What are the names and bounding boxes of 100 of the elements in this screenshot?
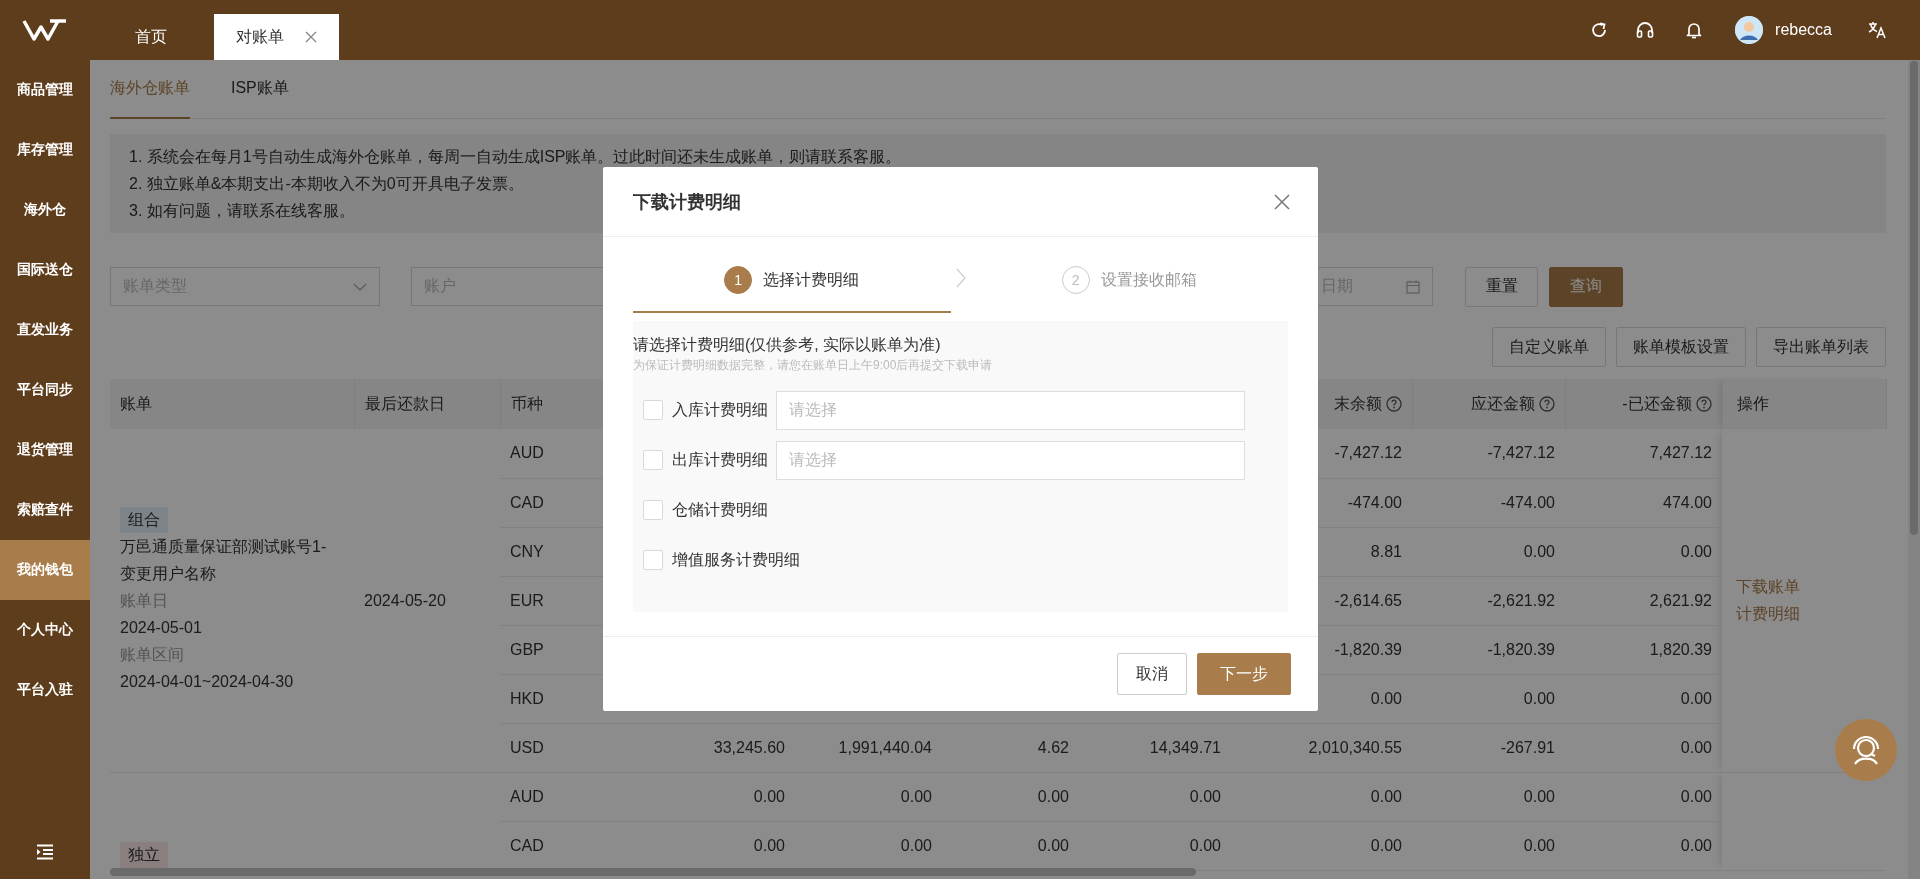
- table-cell: 0.00: [900, 787, 932, 805]
- table-cell: 0.00: [1680, 836, 1712, 854]
- table-cell: 7,427.12: [1649, 444, 1712, 462]
- step[interactable]: 1 选择计费明细: [633, 237, 951, 313]
- table-cell: 0.00: [1037, 787, 1069, 805]
- table-cell: 474.00: [1663, 493, 1712, 511]
- table-cell: 0.00: [1189, 787, 1221, 805]
- sidebar-item[interactable]: 个人中心: [0, 600, 90, 660]
- table-cell: 4.62: [1037, 738, 1069, 756]
- table-cell: 0.00: [753, 787, 785, 805]
- table-cell: 2024-05-20: [364, 591, 446, 609]
- select-field[interactable]: 请选择: [776, 390, 1245, 430]
- help-icon[interactable]: [1695, 396, 1712, 412]
- tab[interactable]: ISP账单: [231, 60, 289, 119]
- close-icon[interactable]: [1274, 193, 1290, 210]
- checkbox-label: 出库计费明细: [672, 449, 768, 470]
- table-cell: 0.00: [753, 836, 785, 854]
- step-number: 1: [724, 266, 753, 294]
- table-cell: 0.00: [1037, 836, 1069, 854]
- checkbox[interactable]: [643, 450, 663, 470]
- horizontal-scrollbar[interactable]: [110, 868, 1196, 876]
- sidebar-item[interactable]: 海外仓: [0, 180, 90, 240]
- table-cell: -474.00: [1347, 493, 1402, 511]
- table-cell: -7,427.12: [1487, 444, 1555, 462]
- notice-text: 2. 独立账单&本期支出-本期收入不为0可开具电子发票。: [129, 174, 524, 194]
- checkbox-label: 仓储计费明细: [672, 499, 768, 520]
- table-cell: CAD: [510, 493, 544, 511]
- table-cell: AUD: [510, 444, 544, 462]
- sidebar-item[interactable]: 平台入驻: [0, 660, 90, 720]
- table-cell: -474.00: [1500, 493, 1555, 511]
- table-cell: -2,621.92: [1487, 591, 1555, 609]
- avatar[interactable]: [1735, 16, 1764, 44]
- field-label: 账单日: [120, 590, 169, 611]
- table-cell: 0.00: [1523, 787, 1555, 805]
- table-cell: 0.00: [1370, 787, 1402, 805]
- table-cell: 1,991,440.04: [838, 738, 932, 756]
- table-cell: -2,614.65: [1334, 591, 1402, 609]
- tab[interactable]: 对账单: [214, 14, 339, 60]
- account-name: 万邑通质量保证部测试账号1-变更用户名称: [120, 536, 328, 584]
- checkbox[interactable]: [643, 400, 663, 420]
- table-cell: -1,820.39: [1334, 640, 1402, 658]
- action-button[interactable]: 导出账单列表: [1756, 327, 1886, 367]
- help-icon[interactable]: [1385, 396, 1402, 412]
- table-cell: 33,245.60: [713, 738, 785, 756]
- table-cell: 2,010,340.55: [1308, 738, 1402, 756]
- table-cell: 0.00: [1680, 542, 1712, 560]
- close-icon[interactable]: [305, 31, 317, 43]
- table-cell: EUR: [510, 591, 544, 609]
- sidebar-item[interactable]: 平台同步: [0, 360, 90, 420]
- bill-date: 2024-05-01: [120, 617, 203, 638]
- column-header: 币种: [510, 394, 543, 412]
- translate-icon[interactable]: [1867, 20, 1887, 40]
- table-cell: -1,820.39: [1487, 640, 1555, 658]
- reset-button[interactable]: 重置: [1465, 266, 1538, 307]
- column-header: 操作: [1736, 394, 1769, 412]
- table-cell: 0.00: [1523, 542, 1555, 560]
- table-cell: 0.00: [1370, 836, 1402, 854]
- column-header: 末余额: [1333, 394, 1382, 412]
- checkbox[interactable]: [643, 550, 663, 570]
- action-button[interactable]: 自定义账单: [1492, 327, 1606, 367]
- table-cell: 8.81: [1370, 542, 1402, 560]
- select-field[interactable]: 请选择: [776, 440, 1245, 480]
- menu-fold-icon[interactable]: [36, 844, 54, 860]
- sidebar-item[interactable]: 索赔查件: [0, 480, 90, 540]
- chevron-right-icon: [955, 268, 966, 288]
- checkbox-label: 入库计费明细: [672, 399, 768, 420]
- table-cell: 0.00: [1523, 836, 1555, 854]
- table-cell: 0.00: [1680, 738, 1712, 756]
- action-button[interactable]: 账单模板设置: [1616, 327, 1746, 367]
- column-header: 最后还款日: [364, 394, 445, 412]
- table-cell: USD: [510, 738, 544, 756]
- field-label: 账单区间: [120, 644, 185, 665]
- notice-text: 3. 如有问题，请联系在线客服。: [129, 201, 355, 221]
- help-icon[interactable]: [1538, 396, 1555, 412]
- headset-icon[interactable]: [1635, 20, 1656, 40]
- sidebar-item[interactable]: 国际送仓: [0, 240, 90, 300]
- tab[interactable]: 首页: [113, 14, 189, 60]
- sidebar-item[interactable]: 库存管理: [0, 120, 90, 180]
- bill-type-tag: 组合: [120, 506, 168, 533]
- next-button[interactable]: 下一步: [1197, 653, 1291, 695]
- vertical-scrollbar[interactable]: [1908, 60, 1920, 879]
- table-cell: 0.00: [1680, 787, 1712, 805]
- sidebar-item[interactable]: 商品管理: [0, 60, 90, 120]
- table-cell: -267.91: [1500, 738, 1555, 756]
- sidebar-item[interactable]: 直发业务: [0, 300, 90, 360]
- table-cell: 0.00: [1523, 689, 1555, 707]
- logo-icon: [22, 19, 68, 41]
- dialog-title: 下载计费明细: [633, 190, 741, 214]
- table-cell: GBP: [510, 640, 544, 658]
- sidebar-item[interactable]: 我的钱包: [0, 540, 90, 600]
- table-cell: 0.00: [1370, 689, 1402, 707]
- table-cell: 0.00: [1680, 689, 1712, 707]
- cancel-button[interactable]: 取消: [1117, 653, 1187, 695]
- customer-service-button[interactable]: [1835, 719, 1897, 781]
- table-cell: HKD: [510, 689, 544, 707]
- panel-heading: 请选择计费明细(仅供参考, 实际以账单为准): [633, 335, 942, 355]
- table-cell: 2,621.92: [1649, 591, 1712, 609]
- user-name[interactable]: rebecca: [1775, 21, 1832, 39]
- sidebar-item[interactable]: 退货管理: [0, 420, 90, 480]
- checkbox[interactable]: [643, 500, 663, 520]
